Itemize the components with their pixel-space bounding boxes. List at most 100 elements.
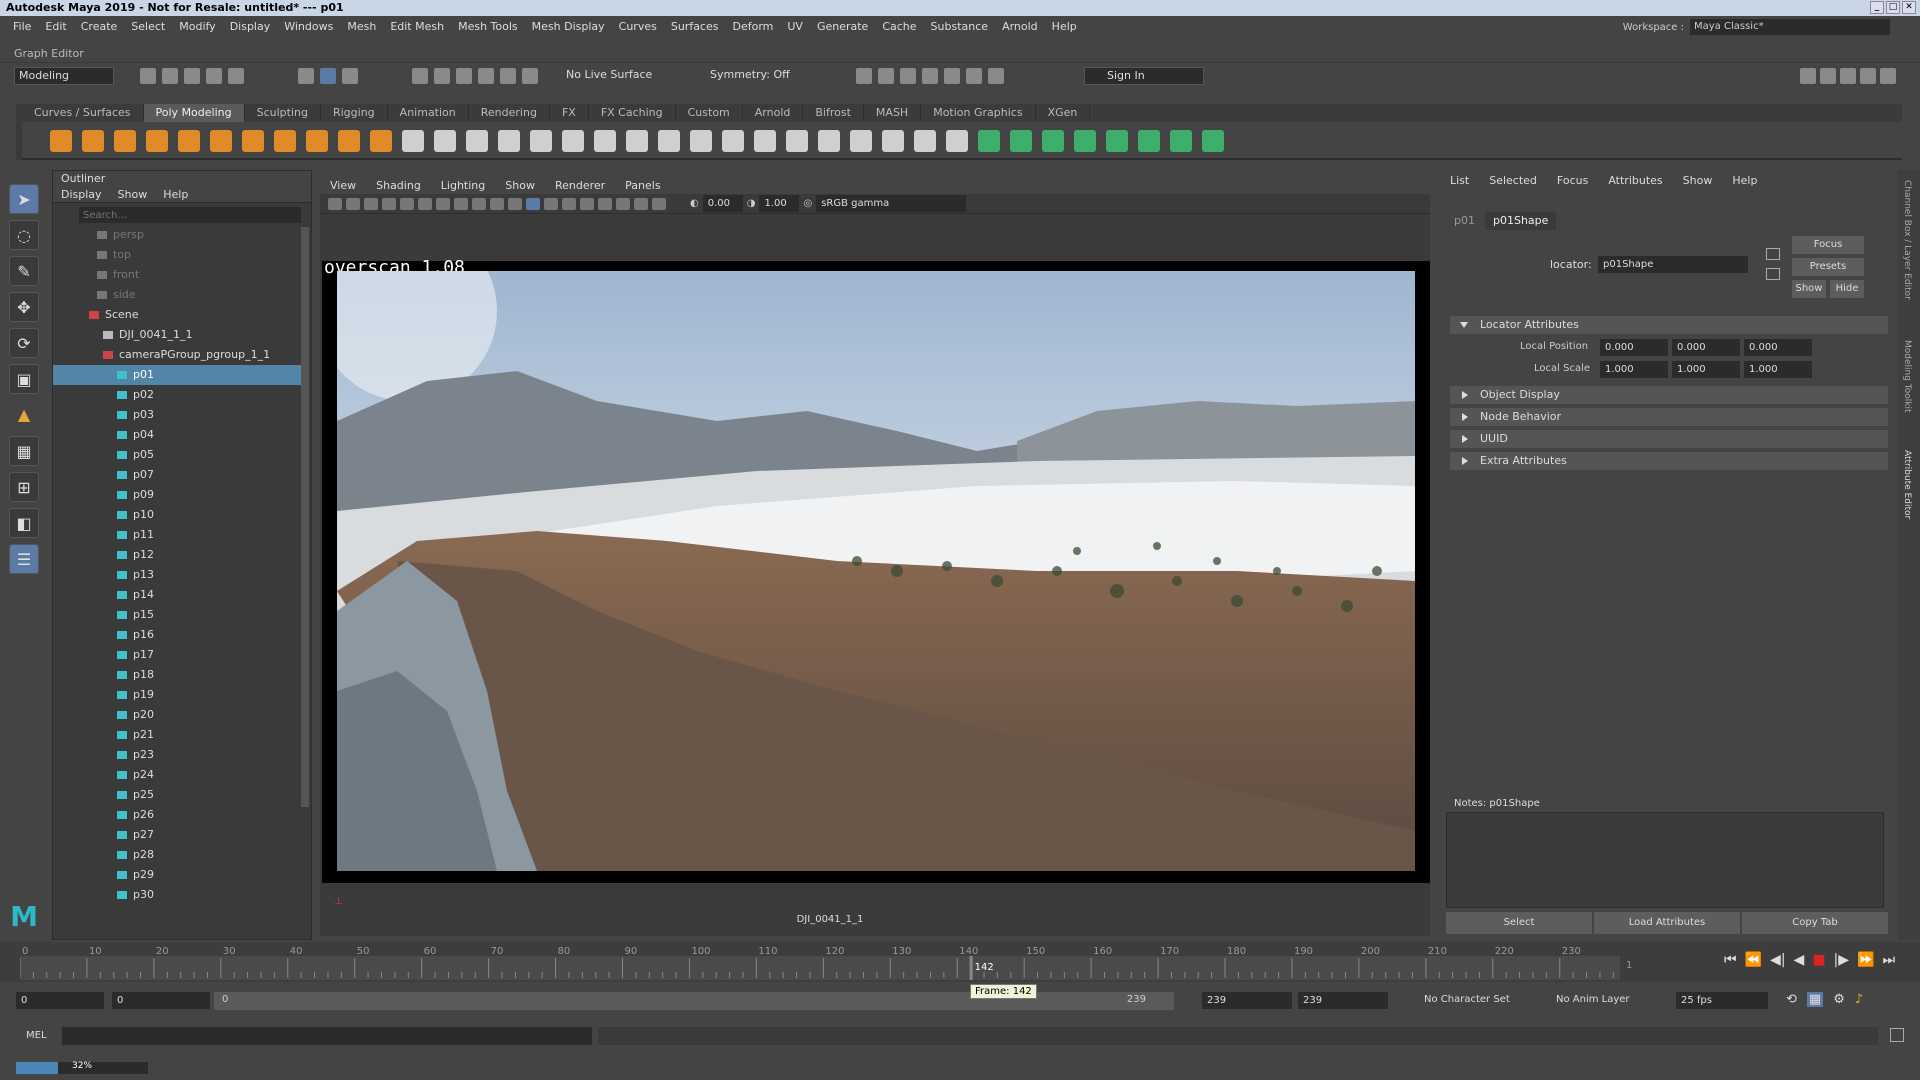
combine-icon[interactable] xyxy=(434,130,456,152)
menu-uv[interactable]: UV xyxy=(780,20,810,33)
outliner-menu-help[interactable]: Help xyxy=(155,187,196,202)
color-management-icon[interactable]: ◎ xyxy=(803,198,812,209)
planar-uv-icon[interactable] xyxy=(1010,130,1032,152)
append-icon[interactable] xyxy=(722,130,744,152)
rotate-tool-icon[interactable]: ⟳ xyxy=(9,328,39,358)
anim-end-field[interactable]: 239 xyxy=(1202,992,1292,1009)
auto-uv-icon[interactable] xyxy=(1042,130,1064,152)
select-object-icon[interactable] xyxy=(320,68,336,84)
viewport-menu-lighting[interactable]: Lighting xyxy=(431,179,495,192)
menu-modify[interactable]: Modify xyxy=(172,20,222,33)
outliner-layout-toggle-icon[interactable]: ☰ xyxy=(9,544,39,574)
menu-edit-mesh[interactable]: Edit Mesh xyxy=(383,20,451,33)
menu-create[interactable]: Create xyxy=(74,20,125,33)
lasso-tool-icon[interactable]: ◌ xyxy=(9,220,39,250)
outliner-scrollbar[interactable] xyxy=(301,227,309,807)
bookmark-icon[interactable] xyxy=(364,197,378,210)
attribute-layout-icon[interactable] xyxy=(1840,68,1856,84)
extrude-icon[interactable] xyxy=(690,130,712,152)
outliner-item-p07[interactable]: p07 xyxy=(53,465,301,485)
load-attributes-button[interactable]: Load Attributes xyxy=(1594,912,1740,934)
outliner-search-input[interactable] xyxy=(79,207,301,223)
snap-grid-icon[interactable] xyxy=(412,68,428,84)
focus-output-icon[interactable] xyxy=(1766,268,1780,280)
outliner-item-p21[interactable]: p21 xyxy=(53,725,301,745)
disc-icon[interactable] xyxy=(242,130,264,152)
outliner-item-p26[interactable]: p26 xyxy=(53,805,301,825)
snap-curve-icon[interactable] xyxy=(434,68,450,84)
ae-menu-show[interactable]: Show xyxy=(1673,174,1723,187)
sculpt-icon[interactable] xyxy=(402,130,424,152)
menu-surfaces[interactable]: Surfaces xyxy=(664,20,726,33)
snap-center-icon[interactable] xyxy=(522,68,538,84)
field-chart-icon[interactable] xyxy=(472,197,486,210)
select-component-icon[interactable] xyxy=(342,68,358,84)
outliner-item-p05[interactable]: p05 xyxy=(53,445,301,465)
outliner-item-p17[interactable]: p17 xyxy=(53,645,301,665)
copy-tab-button[interactable]: Copy Tab xyxy=(1742,912,1888,934)
menu-display[interactable]: Display xyxy=(223,20,278,33)
outliner-item-p30[interactable]: p30 xyxy=(53,885,301,905)
locator-name-field[interactable]: p01Shape xyxy=(1598,256,1748,273)
sew-uv-icon[interactable] xyxy=(1202,130,1224,152)
ae-tab-p01shape[interactable]: p01Shape xyxy=(1484,212,1557,230)
outliner-camera-top[interactable]: top xyxy=(53,245,301,265)
ae-menu-help[interactable]: Help xyxy=(1722,174,1767,187)
exposure-field[interactable]: 0.00 xyxy=(702,195,743,212)
hide-button[interactable]: Hide xyxy=(1830,280,1864,298)
menu-help[interactable]: Help xyxy=(1045,20,1084,33)
fill-hole-icon[interactable] xyxy=(882,130,904,152)
local-scale-y[interactable]: 1.000 xyxy=(1672,361,1740,378)
menu-mesh-tools[interactable]: Mesh Tools xyxy=(451,20,525,33)
snap-point-icon[interactable] xyxy=(456,68,472,84)
outliner-item-p20[interactable]: p20 xyxy=(53,705,301,725)
plane-icon[interactable] xyxy=(210,130,232,152)
menu-mesh[interactable]: Mesh xyxy=(340,20,383,33)
target-weld-icon[interactable] xyxy=(786,130,808,152)
close-icon[interactable]: ✕ xyxy=(1902,1,1916,14)
outliner-item-p13[interactable]: p13 xyxy=(53,565,301,585)
outliner-item-p10[interactable]: p10 xyxy=(53,505,301,525)
menu-select[interactable]: Select xyxy=(124,20,172,33)
maximize-icon[interactable]: □ xyxy=(1886,1,1900,14)
pause-icon[interactable] xyxy=(988,68,1004,84)
resolution-gate-icon[interactable] xyxy=(436,197,450,210)
shelf-tab-arnold[interactable]: Arnold xyxy=(743,104,804,122)
symmetry-dropdown[interactable]: Symmetry: Off xyxy=(710,68,790,81)
render-frame-icon[interactable] xyxy=(856,68,872,84)
outliner-item-p19[interactable]: p19 xyxy=(53,685,301,705)
render-settings-icon[interactable] xyxy=(900,68,916,84)
modeling-toolkit-icon[interactable] xyxy=(1860,68,1876,84)
extract-icon[interactable] xyxy=(498,130,520,152)
collapse-icon[interactable] xyxy=(946,130,968,152)
isolate-icon[interactable] xyxy=(652,197,666,210)
menu-windows[interactable]: Windows xyxy=(277,20,340,33)
image-plane-icon[interactable] xyxy=(382,197,396,210)
mel-label[interactable]: MEL xyxy=(26,1030,47,1041)
outliner-item-p11[interactable]: p11 xyxy=(53,525,301,545)
viewport-menu-show[interactable]: Show xyxy=(495,179,545,192)
outliner-scene[interactable]: Scene xyxy=(53,305,301,325)
outliner-menu-show[interactable]: Show xyxy=(110,187,156,202)
cut-uv-icon[interactable] xyxy=(1170,130,1192,152)
safe-action-icon[interactable] xyxy=(490,197,504,210)
attribute-editor-tab[interactable]: Attribute Editor xyxy=(1902,450,1912,519)
channel-box-tab[interactable]: Channel Box / Layer Editor xyxy=(1902,180,1912,300)
outliner-item-p12[interactable]: p12 xyxy=(53,545,301,565)
shelf-tab-rigging[interactable]: Rigging xyxy=(321,104,388,122)
single-perspective-icon[interactable]: ▦ xyxy=(9,436,39,466)
select-tool-icon[interactable]: ➤ xyxy=(9,184,39,214)
shelf-tab-motion-graphics[interactable]: Motion Graphics xyxy=(921,104,1036,122)
layout-icon[interactable] xyxy=(1138,130,1160,152)
outliner-image-plane[interactable]: DJI_0041_1_1 xyxy=(53,325,301,345)
step-forward-frame-icon[interactable]: |▶ xyxy=(1834,952,1849,968)
shelf-tab-sculpting[interactable]: Sculpting xyxy=(245,104,321,122)
soft-mod-icon[interactable]: ▲ xyxy=(9,400,39,430)
outliner-item-p16[interactable]: p16 xyxy=(53,625,301,645)
four-view-icon[interactable]: ⊞ xyxy=(9,472,39,502)
move-tool-icon[interactable]: ✥ xyxy=(9,292,39,322)
sound-icon[interactable]: ♪ xyxy=(1855,992,1863,1007)
anim-start-field[interactable]: 0 xyxy=(112,992,210,1009)
merge-icon[interactable] xyxy=(914,130,936,152)
grid-icon[interactable] xyxy=(400,197,414,210)
